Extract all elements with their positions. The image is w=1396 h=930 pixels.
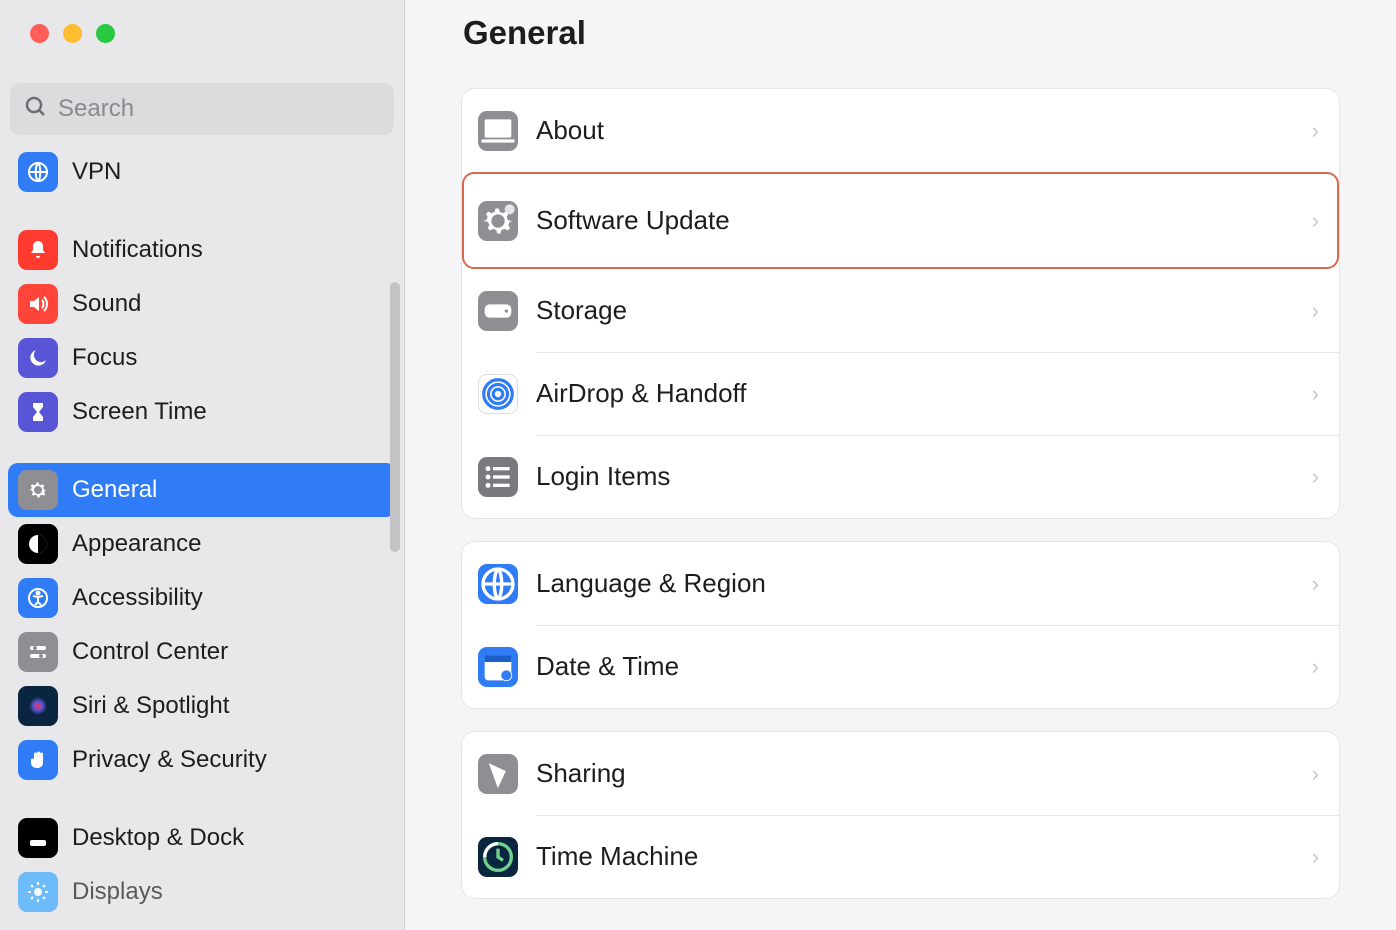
sliders-icon: [18, 632, 58, 672]
row-about[interactable]: About ›: [462, 89, 1339, 172]
hourglass-icon: [18, 392, 58, 432]
disk-icon: [478, 291, 518, 331]
list-icon: [478, 457, 518, 497]
bell-icon: [18, 230, 58, 270]
row-time-machine[interactable]: Time Machine ›: [462, 815, 1339, 898]
sidebar-item-label: Screen Time: [72, 398, 207, 426]
chevron-right-icon: ›: [1312, 464, 1319, 490]
sidebar-item-notifications[interactable]: Notifications: [8, 223, 396, 277]
search-icon: [24, 95, 48, 124]
row-label: About: [536, 115, 1312, 146]
row-software-update[interactable]: Software Update ›: [462, 172, 1339, 269]
contrast-icon: [18, 524, 58, 564]
sidebar-scrollbar[interactable]: [390, 282, 400, 552]
chevron-right-icon: ›: [1312, 571, 1319, 597]
sidebar-item-displays[interactable]: Displays: [8, 865, 396, 919]
search-input[interactable]: [58, 95, 380, 123]
sidebar-item-focus[interactable]: Focus: [8, 331, 396, 385]
search-box[interactable]: [10, 83, 394, 135]
vpn-globe-icon: [18, 152, 58, 192]
sidebar-item-label: Accessibility: [72, 584, 203, 612]
sidebar-item-label: Sound: [72, 290, 141, 318]
siri-icon: [18, 686, 58, 726]
accessibility-icon: [18, 578, 58, 618]
sidebar-item-label: Notifications: [72, 236, 203, 264]
sidebar-item-appearance[interactable]: Appearance: [8, 517, 396, 571]
sidebar-item-label: Desktop & Dock: [72, 824, 244, 852]
calendar-icon: [478, 647, 518, 687]
row-airdrop-handoff[interactable]: AirDrop & Handoff ›: [462, 352, 1339, 435]
sidebar-item-screen-time[interactable]: Screen Time: [8, 385, 396, 439]
timemachine-icon: [478, 837, 518, 877]
sidebar-item-label: Displays: [72, 878, 163, 906]
sun-icon: [18, 872, 58, 912]
row-storage[interactable]: Storage ›: [462, 269, 1339, 352]
sidebar-item-label: Privacy & Security: [72, 746, 267, 774]
row-label: Storage: [536, 295, 1312, 326]
chevron-right-icon: ›: [1312, 761, 1319, 787]
row-label: Date & Time: [536, 651, 1312, 682]
row-sharing[interactable]: Sharing ›: [462, 732, 1339, 815]
fullscreen-window-button[interactable]: [96, 24, 115, 43]
chevron-right-icon: ›: [1312, 208, 1319, 234]
sidebar-item-label: Focus: [72, 344, 137, 372]
panel-general-2: Language & Region › Date & Time ›: [461, 541, 1340, 709]
sidebar-item-sound[interactable]: Sound: [8, 277, 396, 331]
sidebar-item-label: Control Center: [72, 638, 228, 666]
gear-icon: [18, 470, 58, 510]
chevron-right-icon: ›: [1312, 654, 1319, 680]
row-label: Software Update: [536, 205, 1312, 236]
row-label: Login Items: [536, 461, 1312, 492]
row-label: Sharing: [536, 758, 1312, 789]
dock-icon: [18, 818, 58, 858]
close-window-button[interactable]: [30, 24, 49, 43]
sidebar-item-label: VPN: [72, 158, 121, 186]
sidebar-item-privacy-security[interactable]: Privacy & Security: [8, 733, 396, 787]
sidebar-item-label: Siri & Spotlight: [72, 692, 229, 720]
chevron-right-icon: ›: [1312, 381, 1319, 407]
speaker-icon: [18, 284, 58, 324]
hand-icon: [18, 740, 58, 780]
panel-general-1: About › Software Update › Storage › AirD…: [461, 88, 1340, 519]
page-title: General: [461, 14, 1340, 52]
sidebar-item-label: General: [72, 476, 157, 504]
globe-icon: [478, 564, 518, 604]
sidebar-item-label: Appearance: [72, 530, 201, 558]
window-controls: [0, 0, 404, 43]
row-login-items[interactable]: Login Items ›: [462, 435, 1339, 518]
row-label: Language & Region: [536, 568, 1312, 599]
sidebar-list[interactable]: VPN Notifications Sound Focus: [0, 145, 404, 930]
panel-general-3: Sharing › Time Machine ›: [461, 731, 1340, 899]
minimize-window-button[interactable]: [63, 24, 82, 43]
main-content: General About › Software Update › Storag…: [405, 0, 1396, 930]
sharing-icon: [478, 754, 518, 794]
row-language-region[interactable]: Language & Region ›: [462, 542, 1339, 625]
row-date-time[interactable]: Date & Time ›: [462, 625, 1339, 708]
row-label: Time Machine: [536, 841, 1312, 872]
gear-badge-icon: [478, 201, 518, 241]
sidebar-item-vpn[interactable]: VPN: [8, 145, 396, 199]
chevron-right-icon: ›: [1312, 298, 1319, 324]
moon-icon: [18, 338, 58, 378]
sidebar-item-general[interactable]: General: [8, 463, 396, 517]
sidebar-item-siri-spotlight[interactable]: Siri & Spotlight: [8, 679, 396, 733]
row-label: AirDrop & Handoff: [536, 378, 1312, 409]
laptop-icon: [478, 111, 518, 151]
chevron-right-icon: ›: [1312, 118, 1319, 144]
sidebar-item-accessibility[interactable]: Accessibility: [8, 571, 396, 625]
airdrop-icon: [478, 374, 518, 414]
sidebar: VPN Notifications Sound Focus: [0, 0, 405, 930]
sidebar-item-desktop-dock[interactable]: Desktop & Dock: [8, 811, 396, 865]
sidebar-item-control-center[interactable]: Control Center: [8, 625, 396, 679]
chevron-right-icon: ›: [1312, 844, 1319, 870]
